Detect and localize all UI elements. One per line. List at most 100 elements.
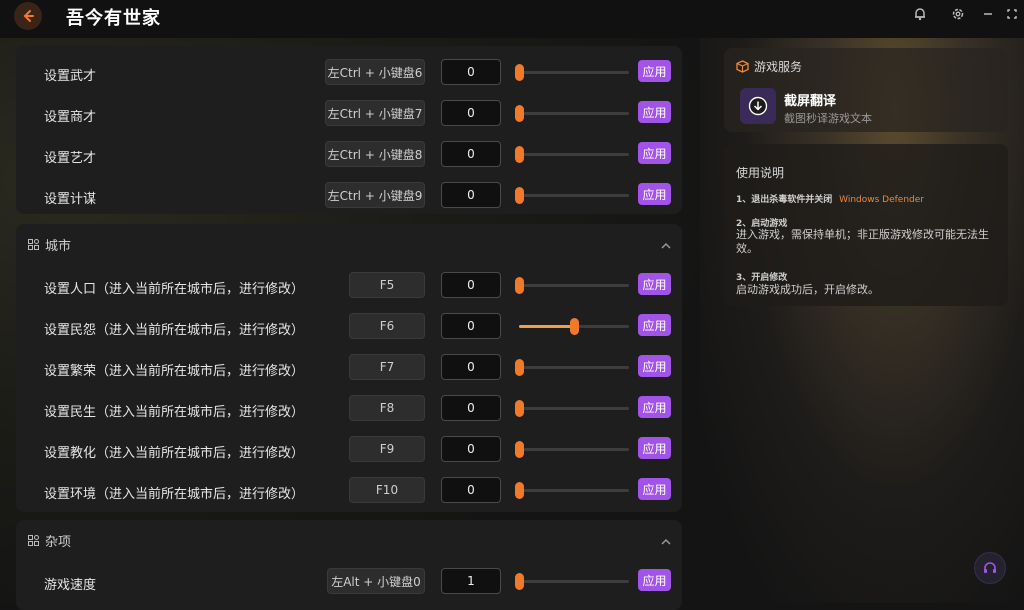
notification-button[interactable] bbox=[910, 5, 930, 23]
setting-label: 设置繁荣（进入当前所在城市后，进行修改） bbox=[44, 364, 305, 379]
slider-thumb[interactable] bbox=[570, 318, 579, 335]
setting-label: 设置计谋 bbox=[44, 192, 97, 207]
apply-button[interactable]: 应用 bbox=[638, 101, 671, 123]
setting-label: 设置商才 bbox=[44, 110, 97, 125]
service-header: 游戏服务 bbox=[736, 58, 802, 75]
value-input[interactable]: 0 bbox=[441, 395, 501, 421]
value-slider[interactable] bbox=[515, 64, 629, 81]
windows-defender-link[interactable]: Windows Defender bbox=[839, 195, 924, 205]
fullscreen-icon bbox=[1007, 9, 1017, 19]
back-button[interactable] bbox=[14, 2, 42, 30]
hotkey-field[interactable]: 左Alt + 小键盘0 bbox=[327, 568, 425, 594]
value-slider[interactable] bbox=[515, 441, 629, 458]
apply-button[interactable]: 应用 bbox=[638, 478, 671, 500]
setting-row: 设置人口（进入当前所在城市后，进行修改） F5 0 应用 bbox=[16, 266, 682, 307]
download-circle-icon bbox=[748, 96, 768, 116]
apply-button[interactable]: 应用 bbox=[638, 142, 671, 164]
apply-button[interactable]: 应用 bbox=[638, 60, 671, 82]
help-step-1-title: 1、退出杀毒软件并关闭 bbox=[736, 195, 833, 205]
value-slider[interactable] bbox=[515, 573, 629, 590]
hotkey-field[interactable]: F10 bbox=[349, 477, 425, 503]
collapse-button[interactable] bbox=[660, 236, 672, 255]
value-slider[interactable] bbox=[515, 146, 629, 163]
settings-button[interactable] bbox=[948, 5, 968, 23]
customer-support-button[interactable] bbox=[974, 552, 1006, 584]
service-item-desc: 截图秒译游戏文本 bbox=[784, 112, 872, 125]
value-slider[interactable] bbox=[515, 359, 629, 376]
value-input[interactable]: 0 bbox=[441, 477, 501, 503]
hotkey-field[interactable]: 左Ctrl + 小键盘6 bbox=[325, 59, 425, 85]
hotkey-field[interactable]: F8 bbox=[349, 395, 425, 421]
apply-button[interactable]: 应用 bbox=[638, 569, 671, 591]
setting-row: 游戏速度 左Alt + 小键盘0 1 应用 bbox=[16, 562, 682, 603]
value-slider[interactable] bbox=[515, 277, 629, 294]
value-slider[interactable] bbox=[519, 318, 629, 335]
slider-thumb[interactable] bbox=[515, 400, 524, 417]
app-title: 吾今有世家 bbox=[66, 8, 161, 29]
value-input[interactable]: 0 bbox=[441, 354, 501, 380]
value-input[interactable]: 0 bbox=[441, 141, 501, 167]
screenshot-translate-button[interactable] bbox=[740, 88, 776, 124]
collapse-button[interactable] bbox=[660, 532, 672, 551]
arrow-left-icon bbox=[23, 10, 34, 22]
minimize-button[interactable] bbox=[978, 5, 998, 23]
slider-thumb[interactable] bbox=[515, 64, 524, 81]
slider-thumb[interactable] bbox=[515, 359, 524, 376]
section-header: 杂项 bbox=[28, 520, 71, 560]
value-slider[interactable] bbox=[515, 482, 629, 499]
setting-label: 游戏速度 bbox=[44, 578, 97, 593]
value-input[interactable]: 0 bbox=[441, 313, 501, 339]
setting-label: 设置环境（进入当前所在城市后，进行修改） bbox=[44, 487, 305, 502]
value-input[interactable]: 1 bbox=[441, 568, 501, 594]
setting-row: 设置民生（进入当前所在城市后，进行修改） F8 0 应用 bbox=[16, 389, 682, 430]
slider-thumb[interactable] bbox=[515, 187, 524, 204]
hotkey-field[interactable]: F6 bbox=[349, 313, 425, 339]
title-bar: 吾今有世家 bbox=[0, 0, 1024, 38]
value-input[interactable]: 0 bbox=[441, 436, 501, 462]
help-title: 使用说明 bbox=[736, 166, 785, 180]
value-input[interactable]: 0 bbox=[441, 182, 501, 208]
panel-talent: 设置武才 左Ctrl + 小键盘6 0 应用 设置商才 左Ctrl + 小键盘7… bbox=[16, 46, 682, 214]
hotkey-field[interactable]: 左Ctrl + 小键盘7 bbox=[325, 100, 425, 126]
apply-button[interactable]: 应用 bbox=[638, 314, 671, 336]
value-slider[interactable] bbox=[515, 400, 629, 417]
service-item-title[interactable]: 截屏翻译 bbox=[784, 90, 836, 109]
service-header-label: 游戏服务 bbox=[754, 60, 803, 74]
panel-city: 城市 设置人口（进入当前所在城市后，进行修改） F5 0 应用 设置民怨（进入当… bbox=[16, 224, 682, 512]
setting-label: 设置教化（进入当前所在城市后，进行修改） bbox=[44, 446, 305, 461]
hotkey-field[interactable]: 左Ctrl + 小键盘9 bbox=[325, 182, 425, 208]
slider-thumb[interactable] bbox=[515, 482, 524, 499]
hotkey-field[interactable]: F5 bbox=[349, 272, 425, 298]
value-slider[interactable] bbox=[515, 105, 629, 122]
slider-thumb[interactable] bbox=[515, 573, 524, 590]
fullscreen-button[interactable] bbox=[1002, 5, 1022, 23]
apply-button[interactable]: 应用 bbox=[638, 273, 671, 295]
apply-button[interactable]: 应用 bbox=[638, 437, 671, 459]
slider-thumb[interactable] bbox=[515, 441, 524, 458]
panel-misc: 杂项 游戏速度 左Alt + 小键盘0 1 应用 bbox=[16, 520, 682, 610]
value-input[interactable]: 0 bbox=[441, 100, 501, 126]
value-input[interactable]: 0 bbox=[441, 59, 501, 85]
setting-label: 设置民怨（进入当前所在城市后，进行修改） bbox=[44, 323, 305, 338]
slider-thumb[interactable] bbox=[515, 146, 524, 163]
slider-thumb[interactable] bbox=[515, 105, 524, 122]
apply-button[interactable]: 应用 bbox=[638, 355, 671, 377]
setting-row: 设置民怨（进入当前所在城市后，进行修改） F6 0 应用 bbox=[16, 307, 682, 348]
hotkey-field[interactable]: 左Ctrl + 小键盘8 bbox=[325, 141, 425, 167]
box-icon bbox=[736, 60, 749, 73]
setting-row: 设置环境（进入当前所在城市后，进行修改） F10 0 应用 bbox=[16, 471, 682, 512]
bell-icon bbox=[915, 8, 925, 21]
grid-icon bbox=[28, 534, 39, 546]
value-input[interactable]: 0 bbox=[441, 272, 501, 298]
apply-button[interactable]: 应用 bbox=[638, 396, 671, 418]
help-step-3-body: 启动游戏成功后，开启修改。 bbox=[736, 283, 879, 296]
setting-row: 设置教化（进入当前所在城市后，进行修改） F9 0 应用 bbox=[16, 430, 682, 471]
value-slider[interactable] bbox=[515, 187, 629, 204]
slider-thumb[interactable] bbox=[515, 277, 524, 294]
apply-button[interactable]: 应用 bbox=[638, 183, 671, 205]
hotkey-field[interactable]: F7 bbox=[349, 354, 425, 380]
hotkey-field[interactable]: F9 bbox=[349, 436, 425, 462]
headset-icon bbox=[984, 562, 996, 573]
help-step-1: 1、退出杀毒软件并关闭 Windows Defender bbox=[736, 192, 924, 205]
section-header: 城市 bbox=[28, 224, 71, 264]
